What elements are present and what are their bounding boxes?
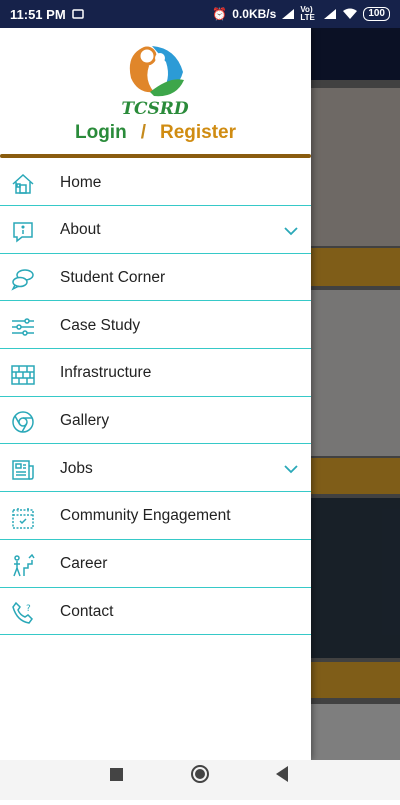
svg-text:?: ? bbox=[26, 604, 31, 614]
menu-item-student-corner[interactable]: Student Corner bbox=[0, 255, 311, 302]
volte-indicator: Vo) LTE bbox=[300, 5, 315, 22]
header-divider bbox=[0, 154, 311, 158]
menu-item-label: Jobs bbox=[60, 459, 93, 477]
drawer-menu: Home About Student Corner Case Study Inf… bbox=[0, 160, 311, 637]
home-button-dot bbox=[195, 769, 205, 779]
menu-item-contact[interactable]: ? Contact bbox=[0, 589, 311, 636]
back-button[interactable] bbox=[276, 766, 288, 782]
auth-row: Login / Register bbox=[0, 122, 311, 144]
info-icon bbox=[13, 221, 33, 243]
menu-item-home[interactable]: Home bbox=[0, 160, 311, 206]
chevron-down-icon[interactable] bbox=[283, 223, 299, 239]
menu-item-infrastructure[interactable]: Infrastructure bbox=[0, 351, 311, 397]
menu-item-label: Gallery bbox=[60, 411, 110, 429]
navigation-drawer: TCSRD Login / Register Home About Student … bbox=[0, 28, 311, 760]
menu-item-label: Contact bbox=[60, 602, 114, 620]
status-time: 11:51 PM bbox=[10, 6, 66, 22]
auth-separator: / bbox=[140, 122, 146, 143]
menu-item-label: Career bbox=[60, 555, 108, 572]
home-icon bbox=[12, 173, 34, 194]
register-link[interactable]: Register bbox=[160, 122, 236, 143]
menu-item-label: Student Corner bbox=[60, 268, 166, 286]
career-ladder-icon bbox=[13, 553, 35, 576]
speech-bubbles-icon bbox=[11, 269, 34, 292]
menu-item-jobs[interactable]: Jobs bbox=[0, 446, 311, 493]
signal-2-icon bbox=[324, 9, 337, 19]
menu-item-label: Community Engagement bbox=[60, 507, 231, 525]
signal-icon bbox=[282, 9, 295, 19]
app-logo: TCSRD bbox=[0, 36, 311, 119]
menu-item-community-engagement[interactable]: Community Engagement bbox=[0, 494, 311, 540]
logo-text: TCSRD bbox=[121, 99, 189, 118]
menu-item-career[interactable]: Career bbox=[0, 542, 311, 588]
newspaper-icon bbox=[12, 460, 34, 480]
recent-apps-button[interactable] bbox=[110, 768, 123, 781]
network-speed: 0.0KB/s bbox=[232, 7, 277, 21]
menu-item-case-study[interactable]: Case Study bbox=[0, 303, 311, 350]
status-bar: 11:51 PM ⏰ 0.0KB/s Vo) LTE 100 bbox=[0, 0, 400, 28]
calendar-icon bbox=[12, 507, 34, 529]
notification-icon bbox=[71, 9, 84, 19]
system-navigation-bar bbox=[0, 760, 400, 800]
brick-wall-icon bbox=[11, 365, 35, 385]
logo-emblem-icon bbox=[129, 46, 184, 97]
phone-icon: ? bbox=[12, 602, 33, 625]
menu-item-gallery[interactable]: Gallery bbox=[0, 398, 311, 445]
menu-item-about[interactable]: About bbox=[0, 208, 311, 254]
chrome-icon bbox=[12, 411, 34, 434]
login-link[interactable]: Login bbox=[75, 122, 127, 143]
chevron-down-icon[interactable] bbox=[283, 461, 299, 477]
alarm-icon: ⏰ bbox=[212, 7, 228, 21]
menu-item-label: Case Study bbox=[60, 316, 141, 334]
battery-indicator: 100 bbox=[363, 7, 390, 21]
wifi-icon bbox=[343, 8, 358, 19]
menu-item-label: About bbox=[60, 221, 101, 239]
menu-item-label: Home bbox=[60, 173, 102, 191]
sliders-icon bbox=[12, 318, 34, 336]
menu-item-label: Infrastructure bbox=[60, 364, 152, 382]
